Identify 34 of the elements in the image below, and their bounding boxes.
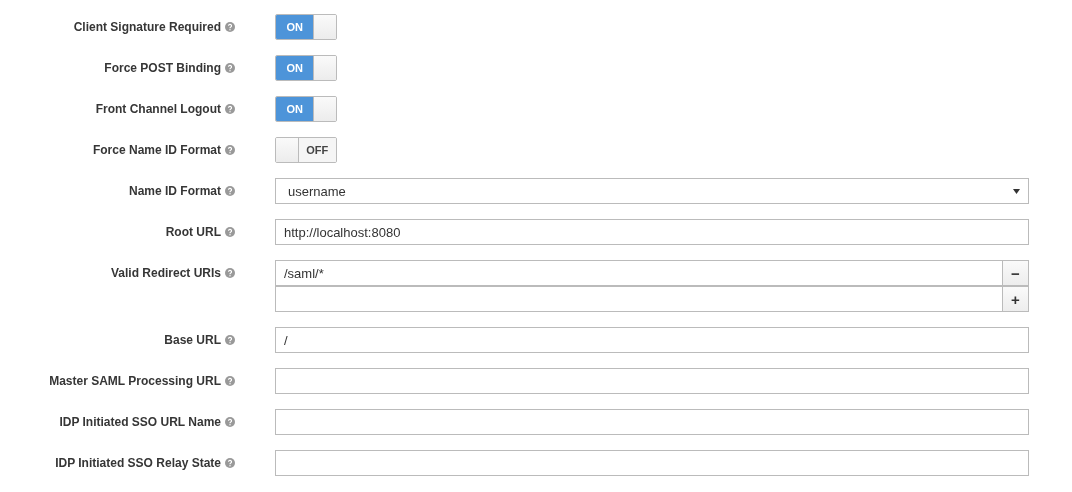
dropdown-caret-icon bbox=[1013, 188, 1020, 194]
field-label: Force Name ID Format bbox=[92, 143, 221, 157]
field-label: Front Channel Logout bbox=[95, 102, 221, 116]
input-field[interactable] bbox=[275, 368, 1029, 394]
help-icon[interactable] bbox=[225, 335, 235, 345]
input-field[interactable]: /saml/* bbox=[275, 260, 1003, 286]
select-field[interactable]: username bbox=[275, 178, 1029, 204]
field-label: Name ID Format bbox=[128, 184, 221, 198]
input-field[interactable] bbox=[275, 450, 1029, 476]
field-label: Master SAML Processing URL bbox=[49, 374, 221, 388]
help-icon[interactable] bbox=[225, 268, 235, 278]
field-label: IDP Initiated SSO Relay State bbox=[55, 456, 221, 470]
toggle-switch[interactable]: OFF bbox=[275, 137, 337, 163]
input-field[interactable] bbox=[275, 286, 1003, 312]
entry-button[interactable]: + bbox=[1003, 286, 1029, 312]
help-icon[interactable] bbox=[225, 22, 235, 32]
field-label: IDP Initiated SSO URL Name bbox=[59, 415, 221, 429]
input-field[interactable] bbox=[275, 409, 1029, 435]
help-icon[interactable] bbox=[225, 104, 235, 114]
field-label: Base URL bbox=[164, 333, 221, 347]
input-field[interactable]: / bbox=[275, 327, 1029, 353]
help-icon[interactable] bbox=[225, 145, 235, 155]
help-icon[interactable] bbox=[225, 376, 235, 386]
help-icon[interactable] bbox=[225, 186, 235, 196]
field-label: Root URL bbox=[165, 225, 221, 239]
help-icon[interactable] bbox=[225, 63, 235, 73]
help-icon[interactable] bbox=[225, 458, 235, 468]
help-icon[interactable] bbox=[225, 417, 235, 427]
help-icon[interactable] bbox=[225, 227, 235, 237]
field-label: Valid Redirect URIs bbox=[110, 266, 221, 280]
field-label: Force POST Binding bbox=[104, 61, 221, 75]
entry-button[interactable]: − bbox=[1003, 260, 1029, 286]
field-label: Client Signature Required bbox=[73, 20, 221, 34]
input-field[interactable]: http://localhost:8080 bbox=[275, 219, 1029, 245]
